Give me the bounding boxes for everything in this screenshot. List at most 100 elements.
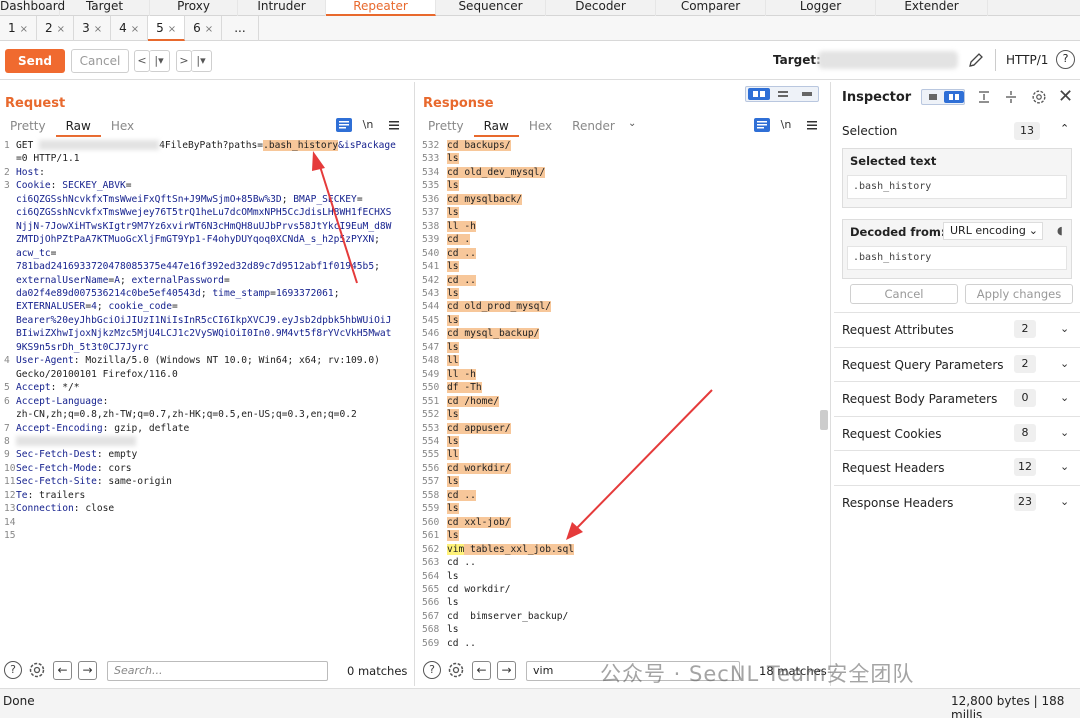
status-text: Done (3, 694, 35, 708)
response-size-timing: 12,800 bytes | 188 millis (951, 694, 1065, 718)
request-settings-gear-icon[interactable] (27, 660, 47, 680)
decoding-toggle-icon[interactable]: ◖ (1057, 224, 1063, 237)
response-token: ll (447, 355, 459, 367)
response-tab-hex[interactable]: Hex (519, 115, 562, 137)
response-token: ll -h (447, 368, 476, 380)
response-line: 545 ls (422, 314, 818, 327)
collapse-all-icon[interactable] (1003, 89, 1019, 105)
decoding-select[interactable]: URL encoding ⌄ (943, 222, 1043, 240)
line-number: 535 (422, 180, 440, 192)
arrow-to-bash-history (312, 151, 358, 284)
response-line: 551 cd /home/ (422, 395, 818, 408)
selection-collapse-icon[interactable]: ⌃ (1060, 122, 1069, 135)
response-line: 557 ls (422, 475, 818, 488)
inspector-divider[interactable] (830, 82, 831, 686)
response-newline-toggle-icon[interactable]: \n (778, 118, 794, 132)
response-line: 555 ll (422, 448, 818, 461)
response-actions-icon[interactable] (754, 118, 770, 132)
response-line: 542 cd .. (422, 274, 818, 287)
chevron-down-icon[interactable]: ⌄ (1060, 357, 1069, 370)
response-line: 563 cd .. (422, 556, 818, 569)
inspector-section-request-headers[interactable]: Request Headers 12 ⌄ (834, 450, 1080, 484)
response-line: 566 ls (422, 596, 818, 609)
section-count-badge: 8 (1014, 423, 1036, 442)
response-line: 543 ls (422, 287, 818, 300)
response-line: 546 cd mysql_backup/ (422, 327, 818, 340)
inspector-panel-icon[interactable] (944, 91, 964, 103)
status-bar: Done 12,800 bytes | 188 millis (0, 688, 1080, 718)
response-tab-raw[interactable]: Raw (473, 115, 519, 137)
chevron-down-icon[interactable]: ⌄ (1060, 391, 1069, 404)
inspector-section-response-headers[interactable]: Response Headers 23 ⌄ (834, 484, 1080, 519)
response-help-icon[interactable]: ? (423, 661, 441, 679)
selection-count-badge: 13 (1014, 122, 1040, 140)
line-number: 544 (422, 301, 440, 313)
section-count-badge: 2 (1014, 320, 1036, 338)
response-line: 567 cd bimserver_backup/ (422, 610, 818, 623)
response-token: ll (447, 449, 459, 461)
line-number: 550 (422, 382, 440, 394)
response-tab-pretty[interactable]: Pretty (418, 115, 474, 137)
section-count-badge: 0 (1014, 389, 1036, 407)
response-settings-gear-icon[interactable] (446, 660, 466, 680)
decoded-value[interactable]: .bash_history (847, 246, 1067, 270)
response-menu-icon[interactable] (804, 118, 820, 132)
chevron-down-icon[interactable]: ⌄ (1060, 460, 1069, 473)
response-token: cd mysql_backup/ (447, 328, 540, 340)
expand-all-icon[interactable] (976, 89, 992, 105)
response-line: 559 ls (422, 502, 818, 515)
line-number: 549 (422, 368, 440, 380)
response-line: 539 cd . (422, 233, 818, 246)
selected-text-label: Selected text (850, 154, 937, 168)
line-number: 568 (422, 624, 440, 636)
response-token: df -Th (447, 382, 482, 394)
chevron-down-icon[interactable]: ⌄ (1060, 426, 1069, 439)
request-search-next-button[interactable]: → (78, 661, 97, 680)
response-scrollbar[interactable] (820, 410, 828, 430)
response-token: cd .. (447, 489, 476, 501)
response-line: 558 cd .. (422, 489, 818, 502)
inspector-section-request-cookies[interactable]: Request Cookies 8 ⌄ (834, 415, 1080, 450)
request-help-icon[interactable]: ? (4, 661, 22, 679)
response-line: 550 df -Th (422, 381, 818, 394)
inspector-section-request-query-parameters[interactable]: Request Query Parameters 2 ⌄ (834, 346, 1080, 381)
response-line: 538 ll -h (422, 220, 818, 233)
response-token: cd workdir/ (447, 583, 511, 595)
response-token: ls (447, 624, 459, 636)
burp-window: Dashboard Target Proxy Intruder Repeater Sequ… (0, 0, 1080, 718)
inspector-settings-gear-icon[interactable] (1030, 88, 1048, 106)
line-number: 547 (422, 341, 440, 353)
response-tab-render[interactable]: Render (562, 115, 625, 137)
response-token: cd .. (447, 637, 476, 649)
chevron-down-icon[interactable]: ⌄ (1060, 495, 1069, 508)
chevron-down-icon[interactable]: ⌄ (1060, 322, 1069, 335)
response-token: ls (447, 180, 459, 192)
inspector-cancel-button[interactable]: Cancel (850, 284, 958, 304)
response-token: cd appuser/ (447, 422, 511, 434)
response-token: ls (447, 530, 459, 542)
response-line: 535 ls (422, 179, 818, 192)
response-line: 560 cd xxl-job/ (422, 516, 818, 529)
request-search-prev-button[interactable]: ← (53, 661, 72, 680)
response-search-prev-button[interactable]: ← (472, 661, 491, 680)
selected-text-value[interactable]: .bash_history (847, 175, 1067, 199)
inspector-close-icon[interactable]: ✕ (1058, 86, 1073, 107)
line-number: 567 (422, 610, 440, 622)
inspector-section-request-body-parameters[interactable]: Request Body Parameters 0 ⌄ (834, 381, 1080, 415)
response-editor[interactable]: 532 cd backups/533 ls 534 cd old_dev_mysql/5… (422, 139, 818, 650)
pane-divider[interactable] (414, 82, 415, 686)
request-search-input[interactable]: Search... (107, 661, 328, 681)
response-token: cd .. (447, 557, 476, 569)
response-line: 547 ls (422, 341, 818, 354)
response-token: cd .. (447, 247, 476, 259)
response-token: ls (447, 153, 459, 165)
inspector-section-request-attributes[interactable]: Request Attributes 2 ⌄ (834, 312, 1080, 346)
line-number: 537 (422, 207, 440, 219)
inspector-list-icon[interactable] (923, 91, 943, 103)
section-label: Request Attributes (842, 323, 954, 337)
apply-changes-button[interactable]: Apply changes (965, 284, 1073, 304)
response-search-next-button[interactable]: → (497, 661, 516, 680)
response-line: 533 ls (422, 152, 818, 165)
response-render-dropdown-icon[interactable]: ⌄ (628, 118, 636, 129)
request-match-count: 0 matches (347, 664, 408, 678)
